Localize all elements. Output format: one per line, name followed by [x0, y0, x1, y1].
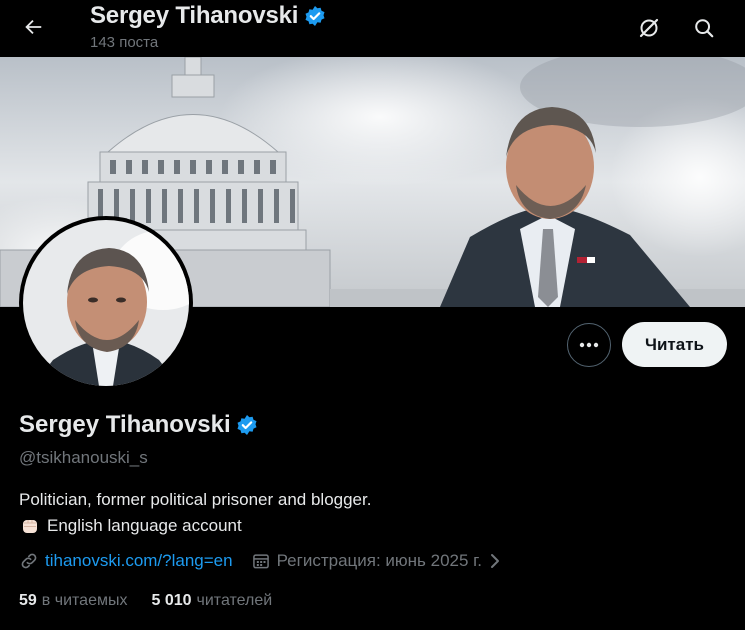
- header-title: Sergey Tihanovski: [90, 2, 299, 29]
- grok-icon: [639, 18, 659, 38]
- following-label: в читаемых: [41, 592, 128, 609]
- website-text[interactable]: tihanovski.com/?lang=en: [45, 551, 233, 571]
- post-count: 143 поста: [90, 34, 159, 51]
- profile-avatar[interactable]: [19, 216, 193, 390]
- arrow-left-icon: [25, 19, 42, 35]
- followers-label: читателей: [196, 592, 273, 609]
- calendar-icon: [252, 554, 269, 569]
- more-options-button[interactable]: [567, 323, 611, 367]
- profile-bio: Politician, former political prisoner an…: [19, 487, 371, 539]
- follow-button[interactable]: Читать: [622, 322, 727, 367]
- chevron-right-icon: [491, 554, 500, 568]
- bio-line-2: English language account: [47, 516, 242, 535]
- header-title-block: Sergey Tihanovski 143 поста: [90, 2, 326, 51]
- verified-badge-icon[interactable]: [236, 414, 258, 436]
- verified-badge-icon: [305, 6, 325, 26]
- following-stat[interactable]: 59 в читаемых: [19, 592, 127, 610]
- link-icon: [21, 553, 37, 569]
- search-button[interactable]: [685, 9, 723, 47]
- followers-stat[interactable]: 5 010 читателей: [151, 592, 272, 610]
- grok-button[interactable]: [630, 9, 668, 47]
- raised-fist-emoji: [23, 520, 37, 533]
- website-link[interactable]: tihanovski.com/?lang=en: [19, 551, 233, 571]
- search-icon: [695, 19, 714, 38]
- avatar-image: [23, 220, 189, 386]
- profile-handle: @tsikhanouski_s: [19, 448, 148, 467]
- more-dots-icon: [579, 342, 599, 348]
- profile-meta: tihanovski.com/?lang=en Регистрация: июн…: [19, 551, 502, 571]
- join-date-text: Регистрация: июнь 2025 г.: [276, 551, 483, 570]
- display-name: Sergey Tihanovski: [19, 411, 231, 438]
- following-count: 59: [19, 592, 37, 609]
- display-name-row: Sergey Tihanovski: [19, 411, 258, 439]
- back-button[interactable]: [14, 8, 52, 46]
- follow-stats: 59 в читаемых 5 010 читателей: [19, 592, 272, 610]
- bio-line-1: Politician, former political prisoner an…: [19, 490, 372, 509]
- top-bar: Sergey Tihanovski 143 поста: [0, 0, 745, 56]
- join-date[interactable]: Регистрация: июнь 2025 г.: [251, 551, 502, 571]
- followers-count: 5 010: [151, 592, 192, 609]
